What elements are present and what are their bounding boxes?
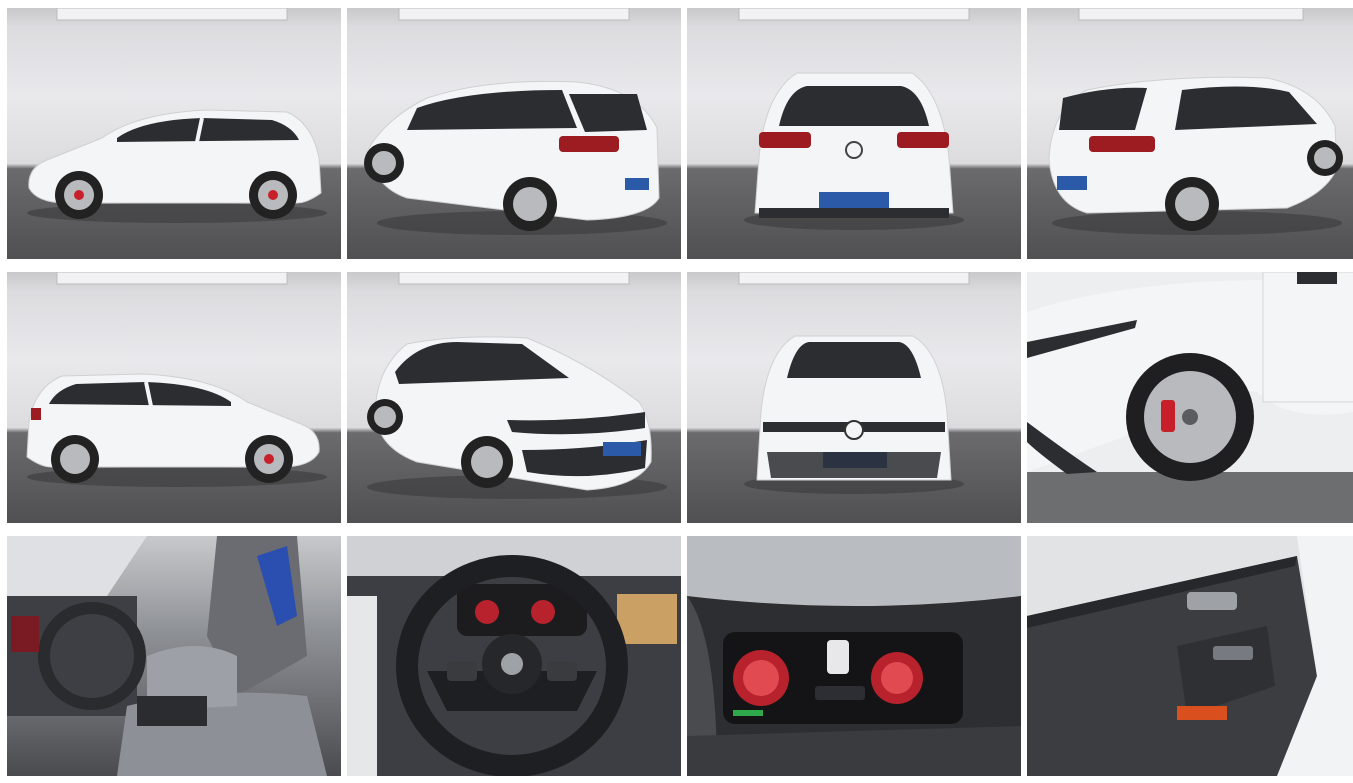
- photo-steering-wheel[interactable]: [347, 536, 681, 776]
- car-rear-image: [738, 8, 970, 230]
- photo-front-wheel-detail[interactable]: [1027, 272, 1353, 523]
- wheel-detail-image: [1027, 272, 1353, 523]
- car-front-image: [738, 272, 970, 494]
- photo-front-three-quarter-left[interactable]: [347, 272, 681, 523]
- photo-rear-three-quarter-right[interactable]: [1027, 8, 1353, 259]
- photo-gallery: [7, 8, 1353, 783]
- car-rear-three-quarter-left-image: [364, 8, 667, 235]
- steering-wheel-image: [347, 536, 681, 776]
- car-front-three-quarter-left-image: [367, 272, 667, 499]
- car-rear-three-quarter-right-image: [1048, 8, 1343, 235]
- car-side-left-image: [27, 8, 327, 223]
- digital-cockpit-image: [687, 536, 1021, 776]
- photo-front-seats[interactable]: [7, 536, 341, 776]
- photo-rear-three-quarter-left[interactable]: [347, 8, 681, 259]
- photo-door-panel[interactable]: [1027, 536, 1353, 776]
- photo-side-left[interactable]: [7, 8, 341, 259]
- door-panel-image: [1027, 536, 1353, 776]
- photo-digital-cockpit[interactable]: [687, 536, 1021, 776]
- photo-front[interactable]: [687, 272, 1021, 523]
- photo-side-right[interactable]: [7, 272, 341, 523]
- car-side-right-image: [26, 272, 327, 487]
- photo-rear[interactable]: [687, 8, 1021, 259]
- front-seats-image: [7, 536, 327, 776]
